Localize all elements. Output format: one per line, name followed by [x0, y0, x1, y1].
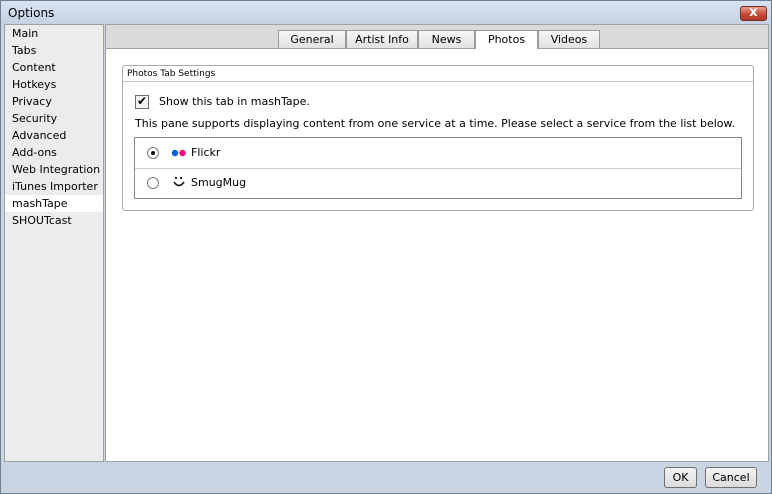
group-title: Photos Tab Settings [123, 66, 753, 82]
smugmug-radio[interactable] [147, 177, 159, 189]
photos-tab-settings-group: Photos Tab Settings ✔ Show this tab in m… [122, 65, 754, 211]
sidebar-item-itunes-importer[interactable]: iTunes Importer [5, 178, 103, 195]
tab-strip: General Artist Info News Photos Videos [106, 25, 768, 49]
sidebar-item-tabs[interactable]: Tabs [5, 42, 103, 59]
sidebar-item-add-ons[interactable]: Add-ons [5, 144, 103, 161]
sidebar-item-content[interactable]: Content [5, 59, 103, 76]
sidebar-item-advanced[interactable]: Advanced [5, 127, 103, 144]
smugmug-icon [173, 177, 185, 187]
tab-artist-info[interactable]: Artist Info [346, 30, 418, 48]
show-tab-label[interactable]: Show this tab in mashTape. [159, 95, 310, 108]
close-button[interactable]: x [740, 5, 767, 21]
smugmug-label: SmugMug [191, 176, 247, 189]
sidebar-item-web-integration[interactable]: Web Integration [5, 161, 103, 178]
show-tab-checkbox[interactable]: ✔ [135, 94, 149, 109]
cancel-button[interactable]: Cancel [705, 467, 757, 488]
sidebar-item-main[interactable]: Main [5, 25, 103, 42]
service-list: Flickr SmugMug [134, 137, 742, 199]
ok-button[interactable]: OK [664, 467, 697, 488]
checkmark-icon: ✔ [137, 94, 148, 108]
flickr-radio[interactable] [147, 147, 159, 159]
title-bar[interactable]: Options x [1, 1, 771, 25]
service-description: This pane supports displaying content fr… [135, 117, 735, 130]
flickr-label: Flickr [191, 146, 221, 159]
flickr-icon [171, 149, 186, 157]
sidebar-item-shoutcast[interactable]: SHOUTcast [5, 212, 103, 229]
sidebar-item-privacy[interactable]: Privacy [5, 93, 103, 110]
window-title: Options [8, 6, 55, 20]
tab-photos[interactable]: Photos [475, 30, 538, 49]
sidebar-item-mashtape[interactable]: mashTape [5, 195, 103, 212]
tab-general[interactable]: General [278, 30, 346, 48]
sidebar-item-hotkeys[interactable]: Hotkeys [5, 76, 103, 93]
settings-panel: General Artist Info News Photos Videos P… [105, 24, 769, 462]
tab-news[interactable]: News [418, 30, 475, 48]
options-window: Options x Main Tabs Content Hotkeys Priv… [0, 0, 772, 494]
close-icon: x [749, 5, 758, 20]
options-sidebar: Main Tabs Content Hotkeys Privacy Securi… [4, 24, 104, 462]
dialog-button-bar [1, 463, 771, 493]
service-row-flickr[interactable]: Flickr [135, 138, 741, 169]
service-row-smugmug[interactable]: SmugMug [135, 168, 741, 198]
sidebar-item-security[interactable]: Security [5, 110, 103, 127]
tab-videos[interactable]: Videos [538, 30, 600, 48]
